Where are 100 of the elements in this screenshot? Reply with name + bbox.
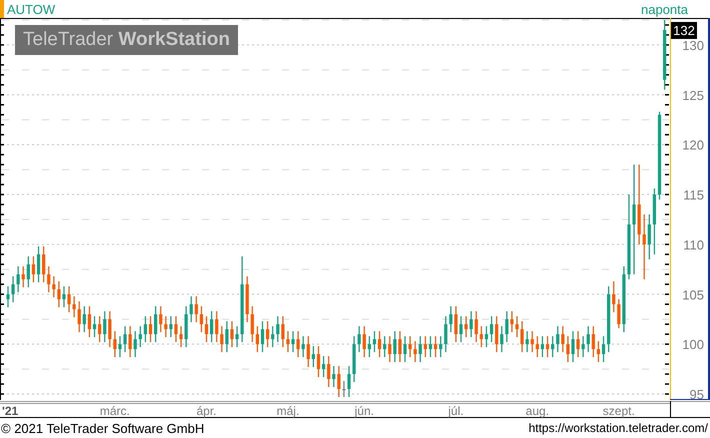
candlestick xyxy=(108,311,112,348)
axis-label: jún. xyxy=(354,404,374,418)
axis-label: 120 xyxy=(682,138,704,153)
symbol-label: AUTOW xyxy=(7,2,56,16)
candlestick xyxy=(327,356,330,388)
candlestick xyxy=(312,346,315,368)
candlestick xyxy=(642,214,646,280)
candlestick xyxy=(505,311,508,342)
candlestick xyxy=(586,326,590,352)
candlestick xyxy=(337,366,340,397)
candlestick xyxy=(500,326,504,352)
axis-label: máj. xyxy=(276,404,300,418)
candlestick xyxy=(276,316,280,342)
candlestick xyxy=(159,306,162,332)
candlestick xyxy=(42,246,46,282)
symbol-marker xyxy=(0,0,4,18)
candlestick xyxy=(52,276,56,298)
candlestick xyxy=(12,276,15,302)
candlestick xyxy=(449,306,452,332)
last-price-badge: 132 xyxy=(671,22,697,39)
candlestick xyxy=(169,316,172,338)
candlestick xyxy=(510,311,514,332)
candlestick xyxy=(306,336,310,368)
candlestick xyxy=(164,316,168,338)
candlestick xyxy=(22,266,25,288)
axis-label: '21 xyxy=(2,404,18,418)
candlestick xyxy=(551,336,554,358)
axis-label: 95 xyxy=(690,387,704,402)
axis-label: 115 xyxy=(683,188,704,203)
candlestick xyxy=(561,326,564,352)
candlestick xyxy=(154,306,158,342)
axis-label: szept. xyxy=(602,404,635,418)
website-link[interactable]: https://workstation.teletrader.com/ xyxy=(528,421,708,435)
candlestick xyxy=(6,286,10,308)
candlestick xyxy=(515,316,519,338)
candlestick xyxy=(260,321,264,352)
candlestick xyxy=(128,326,132,358)
candlestick xyxy=(388,336,392,362)
candlestick xyxy=(302,336,305,358)
candlestick xyxy=(225,321,228,352)
candlestick xyxy=(113,331,116,358)
candlestick xyxy=(663,20,666,90)
axis-label: aug. xyxy=(526,404,550,418)
axis-label: júl. xyxy=(448,404,464,418)
candlestick xyxy=(607,286,610,352)
candlestick xyxy=(592,326,595,358)
candlestick xyxy=(78,301,81,332)
candlestick xyxy=(352,336,356,382)
candlestick xyxy=(250,306,254,342)
candlestick xyxy=(530,331,534,352)
axis-label: ápr. xyxy=(196,404,217,418)
candlestick xyxy=(414,341,417,362)
axis-label: 110 xyxy=(683,237,704,252)
candlestick xyxy=(26,256,30,288)
candlestick xyxy=(16,266,20,292)
candlestick xyxy=(648,214,651,260)
candlestick xyxy=(622,266,626,332)
candlestick xyxy=(556,326,560,352)
candlestick xyxy=(266,321,270,348)
candlestick xyxy=(98,316,102,342)
candlestick xyxy=(408,336,412,358)
candlestick xyxy=(418,336,422,362)
candlestick xyxy=(383,336,386,358)
candlestick xyxy=(281,316,284,348)
candlestick xyxy=(332,366,336,388)
candlestick xyxy=(474,311,478,342)
candlestick xyxy=(582,336,585,358)
candlestick xyxy=(134,331,137,358)
candlestick xyxy=(617,299,620,328)
candlestick xyxy=(612,281,616,312)
axis-label: 130 xyxy=(682,38,704,53)
candlestick xyxy=(520,321,524,352)
candlestick xyxy=(72,296,76,318)
candlestick xyxy=(566,336,570,362)
candlestick xyxy=(246,276,249,322)
candlestick xyxy=(215,311,218,342)
candlestick xyxy=(526,331,529,352)
candlestick xyxy=(480,326,483,348)
axis-label: márc. xyxy=(100,404,130,418)
axis-label: 125 xyxy=(682,88,704,103)
candlestick xyxy=(495,316,498,352)
candlestick xyxy=(184,306,188,348)
candlestick xyxy=(103,311,106,342)
axis-label: 105 xyxy=(682,287,704,302)
candlestick xyxy=(362,326,366,358)
candlestick xyxy=(220,326,224,352)
candlestick xyxy=(256,326,259,352)
candlestick xyxy=(210,311,214,342)
candlestick xyxy=(296,331,300,358)
candlestick xyxy=(47,266,50,292)
candlestick xyxy=(393,331,396,362)
candlestick xyxy=(470,311,473,338)
axis-label: 100 xyxy=(682,337,704,352)
candlestick xyxy=(358,326,361,352)
candlestick xyxy=(464,316,468,338)
copyright-text: © 2021 TeleTrader Software GmbH xyxy=(1,420,204,436)
candlestick xyxy=(194,296,198,322)
candlestick xyxy=(271,326,274,348)
candlestick xyxy=(536,336,539,358)
watermark-logo: TeleTrader WorkStation xyxy=(15,25,238,55)
